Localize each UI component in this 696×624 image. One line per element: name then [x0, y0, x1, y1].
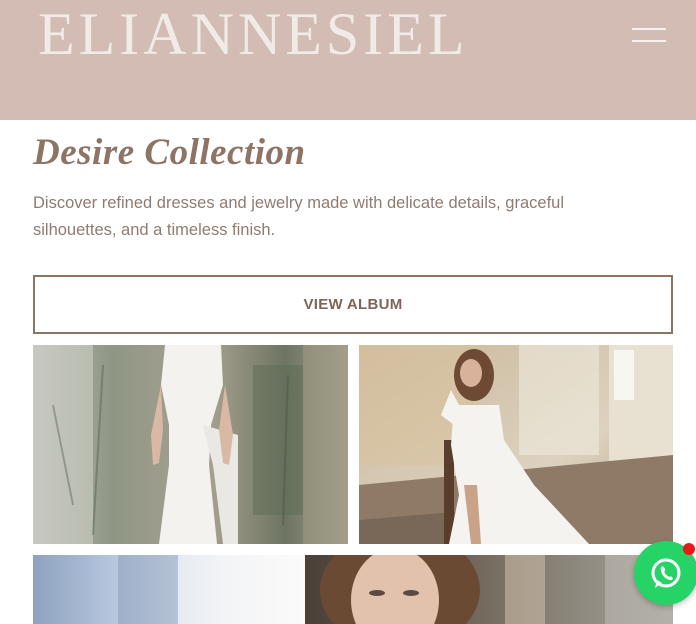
view-album-button[interactable]: VIEW ALBUM [33, 275, 673, 334]
site-header: ELIANNESIEL [0, 0, 696, 120]
whatsapp-icon [651, 558, 681, 588]
site-logo[interactable]: ELIANNESIEL [38, 2, 469, 66]
gallery-image-3[interactable] [33, 555, 305, 624]
hamburger-menu-icon[interactable] [628, 24, 670, 46]
collection-title: Desire Collection [33, 132, 306, 173]
notification-badge [683, 543, 695, 555]
gallery-image-4[interactable] [305, 555, 673, 624]
gallery-image-2[interactable] [359, 345, 673, 544]
menu-line [632, 40, 666, 42]
gallery-image-1[interactable] [33, 345, 348, 544]
menu-line [632, 28, 666, 30]
collection-description: Discover refined dresses and jewelry mad… [33, 194, 565, 239]
